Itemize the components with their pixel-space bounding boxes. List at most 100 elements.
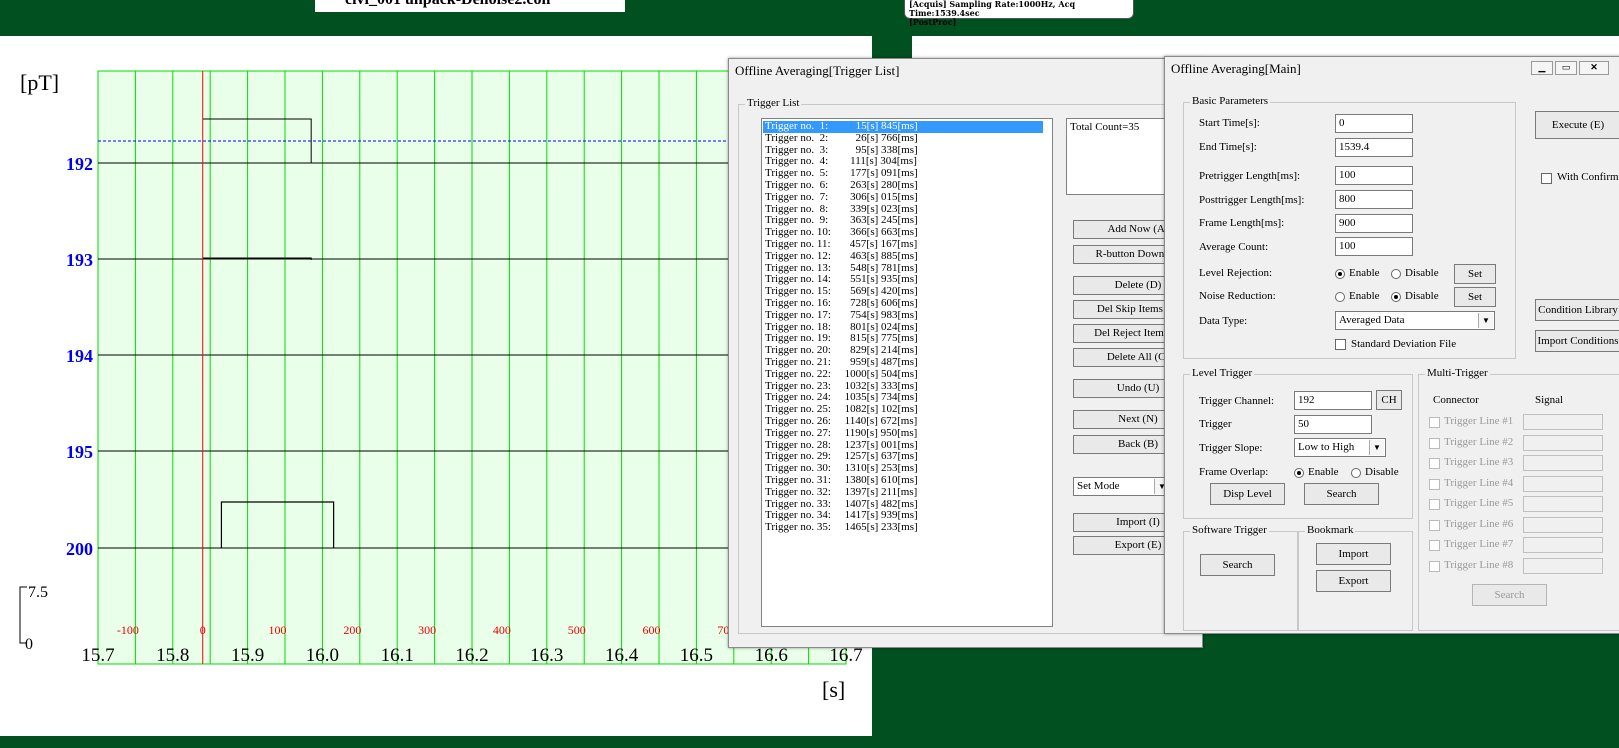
- data-type-value: Averaged Data: [1339, 314, 1405, 326]
- multi-trigger-search-button[interactable]: Search: [1472, 584, 1547, 606]
- ms-tick-label: 200: [343, 623, 361, 637]
- ms-tick-label: 500: [568, 623, 586, 637]
- trigger-line-checkbox[interactable]: [1429, 417, 1440, 428]
- level-rejection-set-button[interactable]: Set: [1454, 264, 1496, 284]
- trigger-list-item[interactable]: Trigger no. 17: 754[s] 983[ms]: [765, 309, 918, 322]
- noise-reduction-enable-radio[interactable]: [1335, 292, 1345, 302]
- trigger-slope-value: Low to High: [1298, 441, 1355, 453]
- trigger-line-checkbox[interactable]: [1429, 499, 1440, 510]
- chevron-down-icon[interactable]: ▼: [1369, 440, 1384, 455]
- close-icon[interactable]: ✕: [1579, 61, 1609, 75]
- trigger-list-group-label: Trigger List: [745, 97, 802, 109]
- trigger-line-label: Trigger Line #8: [1444, 558, 1514, 571]
- chevron-down-icon[interactable]: ▼: [1478, 313, 1493, 328]
- trigger-list-item[interactable]: Trigger no. 31: 1380[s] 610[ms]: [765, 474, 918, 487]
- trigger-line-checkbox[interactable]: [1429, 540, 1440, 551]
- trigger-line-signal-field[interactable]: [1523, 434, 1603, 451]
- posttrigger-length-input[interactable]: 800: [1335, 190, 1413, 209]
- frame-length-label: Frame Length[ms]:: [1199, 217, 1285, 229]
- acq-info-line2: [PostProc]: [909, 17, 957, 27]
- x-tick-label: 15.8: [156, 645, 189, 666]
- software-trigger-search-button[interactable]: Search: [1200, 554, 1275, 576]
- trigger-line-checkbox[interactable]: [1429, 478, 1440, 490]
- trigger-line-checkbox[interactable]: [1429, 560, 1440, 572]
- trigger-list-item[interactable]: Trigger no. 21: 959[s] 487[ms]: [765, 356, 918, 369]
- bookmark-import-button[interactable]: Import: [1316, 543, 1391, 565]
- maximize-icon[interactable]: ▭: [1555, 61, 1577, 75]
- trigger-list-item[interactable]: Trigger no. 22: 1000[s] 504[ms]: [765, 368, 918, 381]
- bookmark-export-button[interactable]: Export: [1316, 570, 1391, 592]
- start-time-label: Start Time[s]:: [1199, 117, 1260, 129]
- trigger-list-item[interactable]: Trigger no. 12: 463[s] 885[ms]: [765, 250, 918, 263]
- data-type-select[interactable]: Averaged Data ▼: [1335, 311, 1495, 330]
- trigger-list-window[interactable]: Offline Averaging[Trigger List] Trigger …: [728, 58, 1208, 648]
- trigger-line-label: Trigger Line #2: [1444, 435, 1514, 448]
- trigger-line-label: Trigger Line #3: [1444, 456, 1514, 468]
- noise-reduction-enable-label: Enable: [1349, 290, 1380, 302]
- average-count-input[interactable]: 100: [1335, 237, 1413, 256]
- level-trigger-search-button[interactable]: Search: [1304, 483, 1379, 505]
- condition-library-button[interactable]: Condition Library: [1535, 299, 1619, 321]
- trigger-line-signal-field[interactable]: [1523, 475, 1603, 492]
- noise-reduction-disable-label: Disable: [1405, 290, 1439, 302]
- trigger-line-label: Trigger Line #1: [1444, 415, 1514, 427]
- trigger-line-signal-field[interactable]: [1523, 537, 1603, 553]
- multi-trigger-label: Multi-Trigger: [1425, 367, 1490, 379]
- ch-button[interactable]: CH: [1376, 390, 1402, 410]
- acquisition-info-box: [Acquis] Sampling Rate:1000Hz, Acq Time:…: [904, 0, 1134, 27]
- trigger-list-item[interactable]: Trigger no. 26: 1140[s] 672[ms]: [765, 415, 917, 428]
- level-rejection-disable-radio[interactable]: [1391, 269, 1401, 279]
- trigger-slope-select[interactable]: Low to High ▼: [1294, 438, 1386, 457]
- trigger-list-item[interactable]: Trigger no. 6: 263[s] 280[ms]: [765, 179, 918, 192]
- trigger-line-signal-field[interactable]: [1523, 496, 1603, 512]
- trigger-list-item[interactable]: Trigger no. 2: 26[s] 766[ms]: [765, 132, 918, 145]
- frame-overlap-enable-label: Enable: [1308, 466, 1339, 478]
- trigger-channel-input[interactable]: 192: [1294, 391, 1372, 410]
- execute-button[interactable]: Execute (E): [1535, 111, 1619, 139]
- trigger-list-box[interactable]: Trigger no. 1: 15[s] 845[ms] Trigger no. …: [761, 118, 1053, 627]
- level-rejection-disable-label: Disable: [1405, 267, 1439, 279]
- trigger-line-checkbox[interactable]: [1429, 437, 1440, 449]
- trigger-list-item[interactable]: Trigger no. 35: 1465[s] 233[ms]: [765, 522, 918, 534]
- trigger-line-signal-field[interactable]: [1523, 557, 1603, 574]
- trigger-list-item[interactable]: Trigger no. 7: 306[s] 015[ms]: [765, 191, 918, 204]
- level-rejection-enable-label: Enable: [1349, 267, 1380, 279]
- level-rejection-label: Level Rejection:: [1199, 267, 1272, 279]
- frame-length-input[interactable]: 900: [1335, 214, 1413, 233]
- acq-info-line1: [Acquis] Sampling Rate:1000Hz, Acq Time:…: [909, 0, 1076, 18]
- mode-select[interactable]: Set Mode ▼: [1073, 477, 1171, 496]
- x-tick-label: 16.2: [455, 645, 488, 666]
- trigger-line-checkbox[interactable]: [1429, 458, 1440, 469]
- frame-overlap-disable-radio[interactable]: [1351, 468, 1361, 478]
- trigger-list-item[interactable]: Trigger no. 27: 1190[s] 950[ms]: [765, 427, 917, 440]
- trigger-list-item[interactable]: Trigger no. 11: 457[s] 167[ms]: [765, 238, 917, 251]
- trigger-list-item[interactable]: Trigger no. 16: 728[s] 606[ms]: [765, 297, 918, 310]
- trigger-line-signal-field[interactable]: [1523, 414, 1603, 430]
- standard-deviation-checkbox[interactable]: [1335, 339, 1346, 350]
- level-trigger-label: Level Trigger: [1190, 367, 1255, 379]
- start-time-input[interactable]: 0: [1335, 114, 1413, 133]
- with-confirm-checkbox[interactable]: [1541, 173, 1552, 184]
- frame-overlap-enable-radio[interactable]: [1294, 468, 1304, 478]
- x-tick-label: 16.4: [605, 645, 639, 666]
- with-confirm-label: With Confirm: [1557, 171, 1619, 183]
- pretrigger-length-input[interactable]: 100: [1335, 166, 1413, 185]
- channel-label: 195: [66, 442, 93, 462]
- disp-level-button[interactable]: Disp Level: [1210, 483, 1285, 505]
- trigger-line-checkbox[interactable]: [1429, 519, 1440, 531]
- main-window[interactable]: Offline Averaging[Main] ▁ ▭ ✕ Basic Para…: [1164, 56, 1619, 634]
- minimize-icon[interactable]: ▁: [1531, 61, 1553, 75]
- pretrigger-length-label: Pretrigger Length[ms]:: [1199, 170, 1301, 182]
- noise-reduction-disable-radio[interactable]: [1391, 292, 1401, 302]
- x-tick-label: 15.7: [81, 645, 114, 666]
- end-time-label: End Time[s]:: [1199, 141, 1257, 153]
- trigger-line-signal-field[interactable]: [1523, 516, 1603, 533]
- import-conditions-button[interactable]: Import Conditions: [1535, 330, 1619, 352]
- noise-reduction-set-button[interactable]: Set: [1454, 287, 1496, 307]
- trigger-line-signal-field[interactable]: [1523, 455, 1603, 471]
- end-time-input[interactable]: 1539.4: [1335, 138, 1413, 157]
- trigger-level-input[interactable]: 50: [1294, 415, 1372, 434]
- level-rejection-enable-radio[interactable]: [1335, 269, 1345, 279]
- trigger-list-item[interactable]: Trigger no. 32: 1397[s] 211[ms]: [765, 486, 917, 499]
- trigger-list-item[interactable]: Trigger no. 1: 15[s] 845[ms]: [763, 120, 1043, 133]
